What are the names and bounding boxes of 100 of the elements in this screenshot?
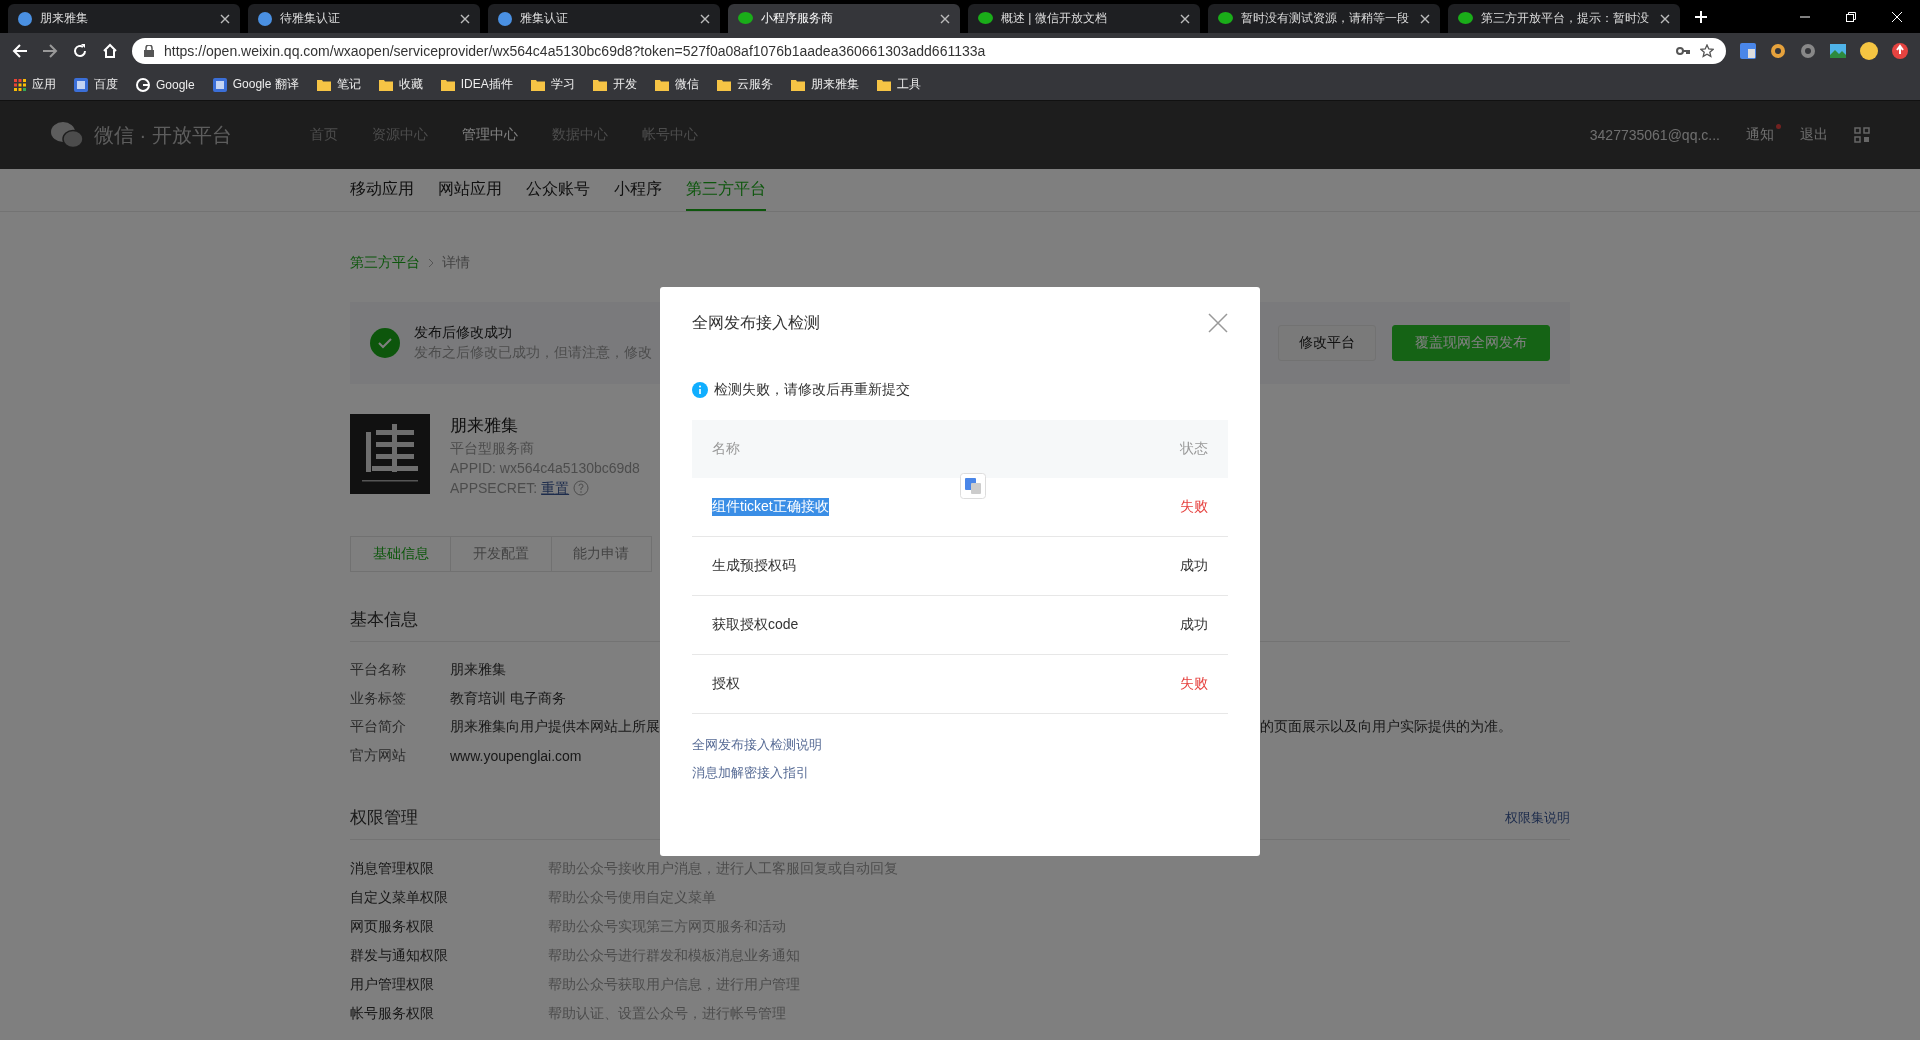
extension-icon[interactable] [1830, 43, 1846, 59]
reload-icon[interactable] [72, 43, 88, 59]
field-value: www.youpenglai.com [450, 747, 582, 764]
category-tab[interactable]: 网站应用 [438, 169, 502, 211]
translate-extension-icon[interactable] [1740, 43, 1756, 59]
category-tab[interactable]: 移动应用 [350, 169, 414, 211]
permission-name: 帐号服务权限 [350, 1004, 435, 1023]
reset-link[interactable]: 重置 [541, 478, 570, 498]
bookmark[interactable]: 学习 [530, 76, 575, 93]
check-name: 组件ticket正确接收 [712, 498, 829, 516]
back-icon[interactable] [12, 43, 28, 59]
help-link[interactable]: 消息加解密接入指引 [692, 764, 1228, 782]
close-icon[interactable] [940, 13, 950, 24]
bookmark[interactable]: 收藏 [378, 76, 423, 93]
extension-icon[interactable] [1800, 43, 1816, 59]
site-favicon-icon [498, 11, 512, 26]
bookmark[interactable]: 应用 [14, 76, 56, 93]
close-icon[interactable] [460, 13, 470, 24]
account-email[interactable]: 3427735061@qq.c... [1589, 127, 1720, 143]
close-icon[interactable] [700, 13, 710, 24]
close-button[interactable] [1208, 313, 1228, 333]
check-name: 获取授权code [712, 616, 799, 634]
close-icon[interactable] [1180, 13, 1190, 24]
bookmark[interactable]: IDEA插件 [440, 76, 513, 93]
folder-icon [654, 78, 669, 91]
field-label: 平台简介 [350, 718, 407, 737]
restore-icon[interactable] [1846, 11, 1856, 22]
chat-bubble-icon [738, 12, 753, 25]
field-value: 朋来雅集向用户提供本网站上所展 [450, 718, 660, 737]
bookmark[interactable]: 开发 [592, 76, 637, 93]
folder-icon [530, 78, 545, 91]
forward-icon[interactable] [42, 43, 58, 59]
bookmark[interactable]: 微信 [654, 76, 699, 93]
bookmark[interactable]: 百度 [74, 76, 118, 93]
bookmark[interactable]: Google 翻译 [212, 76, 299, 93]
browser-tab[interactable]: 第三方开放平台，提示：暂时没 [1448, 4, 1680, 33]
bookmark[interactable]: Google [136, 77, 195, 92]
section-title: 基本信息 [350, 609, 418, 631]
folder-icon [790, 78, 805, 91]
category-tab[interactable]: 公众账号 [526, 169, 590, 211]
browser-tab[interactable]: 朋来雅集 [8, 4, 240, 33]
field-label: 官方网站 [350, 746, 407, 765]
bookmark[interactable]: 云服务 [716, 76, 773, 93]
home-icon[interactable] [102, 43, 118, 59]
qr-code-icon[interactable] [1854, 127, 1870, 143]
notification-link[interactable]: 通知 [1746, 126, 1774, 144]
edit-button[interactable]: 修改平台 [1278, 325, 1376, 361]
folder-icon [440, 78, 455, 91]
nav-link[interactable]: 管理中心 [462, 126, 518, 144]
permissions-help-link[interactable]: 权限集说明 [1505, 808, 1570, 827]
chevron-right-icon [428, 258, 434, 268]
site-icon [212, 77, 227, 92]
platform-name: 朋来雅集 [450, 415, 519, 437]
check-status: 成功 [1180, 557, 1208, 575]
close-icon[interactable] [1420, 13, 1430, 24]
logout-link[interactable]: 退出 [1800, 126, 1828, 144]
chat-bubble-icon [1458, 12, 1473, 25]
browser-tab[interactable]: 概述 | 微信开放文档 [968, 4, 1200, 33]
new-tab-icon[interactable] [1694, 9, 1708, 24]
help-link[interactable]: 全网发布接入检测说明 [692, 736, 1228, 754]
lock-icon [144, 45, 154, 57]
folder-icon [876, 78, 891, 91]
browser-tab[interactable]: 待雅集认证 [248, 4, 480, 33]
field-value: 的页面展示以及向用户实际提供的为准。 [1260, 718, 1512, 737]
field-label: 平台名称 [350, 661, 407, 680]
star-icon[interactable] [1700, 44, 1714, 58]
check-status: 失败 [1180, 675, 1208, 693]
check-status: 失败 [1180, 498, 1208, 516]
field-label: 业务标签 [350, 689, 407, 708]
address-bar[interactable]: https://open.weixin.qq.com/wxaopen/serviceprovider/wx564c4a5130bc69d8?token=527f0a08af1076b1aadea360661303add661133a [132, 38, 1726, 64]
bookmark[interactable]: 工具 [876, 76, 921, 93]
chat-bubble-icon [978, 12, 993, 25]
close-icon[interactable] [1660, 13, 1670, 24]
translate-popup-icon[interactable] [960, 473, 986, 499]
info-icon [692, 382, 708, 398]
extension-icon[interactable] [1770, 43, 1786, 59]
folder-icon [716, 78, 731, 91]
key-icon[interactable] [1676, 46, 1690, 56]
folder-icon [378, 78, 393, 91]
bookmark[interactable]: 朋来雅集 [790, 76, 859, 93]
column-header: 名称 [712, 440, 740, 458]
column-header: 状态 [1180, 440, 1208, 458]
bookmark[interactable]: 笔记 [316, 76, 361, 93]
permission-name: 自定义菜单权限 [350, 888, 449, 907]
permission-name: 用户管理权限 [350, 975, 435, 994]
wechat-logo-icon [50, 121, 84, 149]
section-title: 权限管理 [350, 807, 418, 829]
banner-title: 发布后修改成功 [414, 324, 513, 342]
category-tab[interactable]: 小程序 [614, 169, 662, 211]
check-status: 成功 [1180, 616, 1208, 634]
update-icon[interactable] [1892, 43, 1908, 59]
browser-tab[interactable]: 雅集认证 [488, 4, 720, 33]
apps-grid-icon [14, 78, 26, 91]
check-name: 生成预授权码 [712, 557, 796, 575]
browser-tab[interactable]: 暂时没有测试资源，请稍等一段 [1208, 4, 1440, 33]
folder-icon [316, 78, 331, 91]
site-icon [74, 77, 88, 92]
profile-avatar-icon[interactable] [1860, 42, 1878, 60]
close-icon[interactable] [220, 13, 230, 24]
browser-tab[interactable]: 小程序服务商 [728, 4, 960, 33]
